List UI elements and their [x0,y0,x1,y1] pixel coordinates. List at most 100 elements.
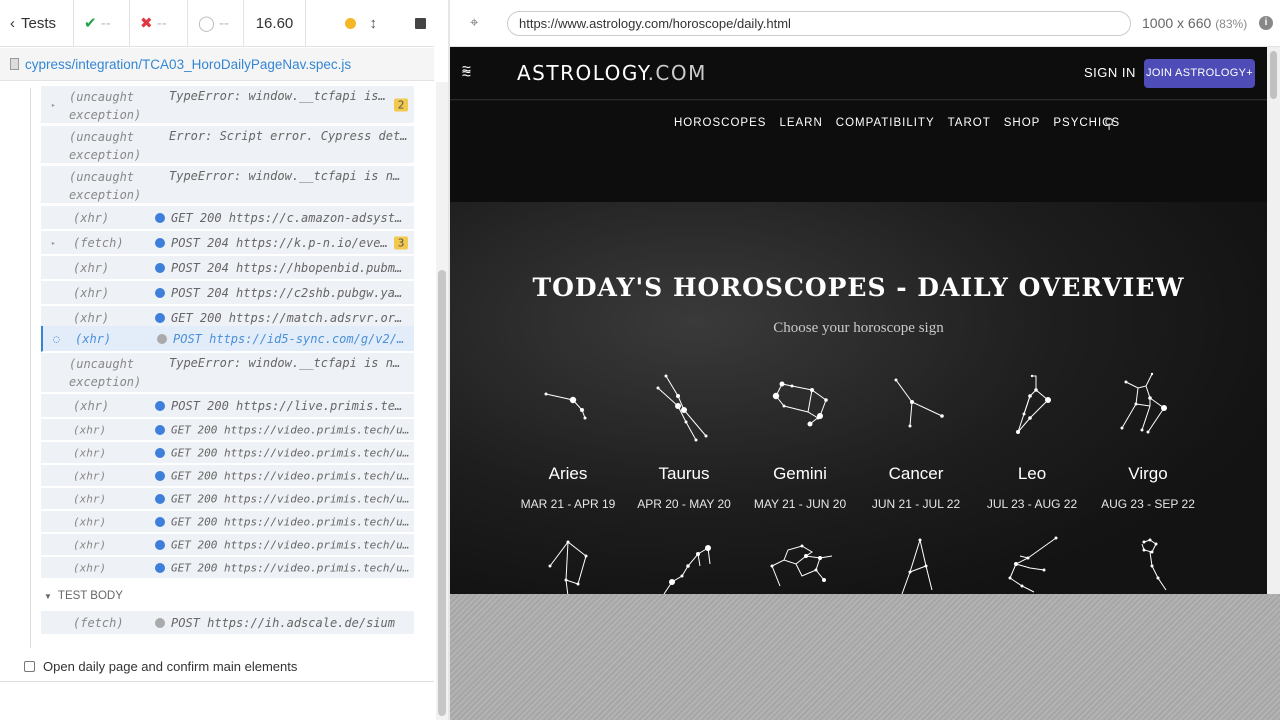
command-row[interactable]: (xhr) GET 200 https://video.primis.tech/u… [41,534,414,556]
command-row[interactable]: (xhr) GET 200 https://video.primis.tech/u… [41,465,414,487]
menu-icon[interactable]: ≈ ≈ [462,62,471,83]
sign-card-aries[interactable]: Aries MAR 21 - APR 19 [510,370,626,511]
command-message: TypeError: window.__tcfapi is n… [169,169,401,183]
aut-background [450,594,1280,720]
run-controls: ↕ [306,0,434,46]
aut-iframe: ≈ ≈ ASTROLOGY.COM SIGN IN JOIN ASTROLOGY+… [450,47,1280,594]
command-row[interactable]: (xhr) GET 200 https://c.amazon-adsyst… [41,206,414,230]
sign-dates: JUN 21 - JUL 22 [871,497,961,511]
pending-count: ◯ -- [188,0,244,46]
sign-card-taurus[interactable]: Taurus APR 20 - MAY 20 [626,370,742,511]
scrollbar-thumb[interactable] [1270,51,1277,99]
command-row[interactable]: (xhr) GET 200 https://video.primis.tech/u… [41,442,414,464]
nav-item-shop[interactable]: SHOP [1004,117,1041,129]
nav-item-compatibility[interactable]: COMPATIBILITY [836,117,935,129]
status-dot-icon [155,562,165,573]
sign-card-cancer[interactable]: Cancer JUN 21 - JUL 22 [858,370,974,511]
tests-label: Tests [21,14,57,32]
caret-right-icon[interactable]: ▸ [51,100,56,109]
nav-item-tarot[interactable]: TAROT [948,117,991,129]
command-message: GET 200 https://video.primis.tech/uplo… [171,469,410,482]
libra-constellation-icon [548,540,588,594]
site-logo[interactable]: ASTROLOGY.COM [517,61,707,85]
caret-down-icon: ▼ [44,592,52,601]
sign-in-link[interactable]: SIGN IN [1084,65,1136,80]
exception-row[interactable]: (uncaught exception) TypeError: window.__… [41,166,414,204]
file-icon [10,58,19,70]
aut-scrollbar[interactable] [1267,47,1280,594]
command-row[interactable]: (xhr) POST 204 https://hbopenbid.pubm… [41,256,414,280]
command-row[interactable]: (xhr) GET 200 https://video.primis.tech/u… [41,488,414,510]
command-name: (xhr) [73,538,107,551]
passed-value: -- [100,14,111,32]
test-body-header[interactable]: ▼ TEST BODY [44,590,123,602]
duration: 16.60 [244,0,306,46]
scrollbar-thumb[interactable] [438,270,446,716]
test-title[interactable]: Open daily page and confirm main element… [24,659,297,674]
nav-item-horoscopes[interactable]: HOROSCOPES [674,117,766,129]
command-row[interactable]: (xhr) GET 200 https://video.primis.tech/u… [41,511,414,533]
command-row[interactable]: (xhr) GET 200 https://video.primis.tech/u… [41,419,414,441]
status-dot-icon [155,400,165,411]
exception-row[interactable]: ▸ (uncaught exception) TypeError: window._… [41,86,414,124]
status-dot-icon [155,447,165,458]
command-row[interactable]: (xhr) POST 200 https://live.primis.te… [41,394,414,418]
command-row[interactable]: (fetch) POST https://ih.adscale.de/sium [41,611,414,635]
scorpio-constellation-icon [663,545,711,594]
sign-dates: JUL 23 - AUG 22 [986,497,1078,511]
capricorn-constellation-icon [901,538,933,594]
command-name: (xhr) [73,446,107,459]
command-message: POST 204 https://k.p-n.io/even… [171,235,388,250]
auto-scroll-icon[interactable]: ↕ [370,15,378,32]
viewport-info: 1000 x 660 (83%) [1142,15,1247,31]
logo-main: ASTROLOGY [517,61,648,85]
url-bar[interactable]: https://www.astrology.com/horoscope/dail… [507,11,1131,36]
logo-suffix: .COM [647,61,707,85]
checkbox-icon [24,661,35,672]
command-message: TypeError: window.__tcfapi is … [169,89,388,103]
sign-card-gemini[interactable]: Gemini MAY 21 - JUN 20 [742,370,858,511]
failed-count: ✖ -- [130,0,188,46]
exception-row[interactable]: (uncaught exception) Error: Script error.… [41,126,414,164]
tests-button[interactable]: ‹ Tests [0,0,74,46]
page-subtitle: Choose your horoscope sign [773,320,944,336]
nav-item-learn[interactable]: LEARN [779,117,822,129]
selector-playground-icon[interactable]: ⌖ [470,14,488,32]
command-name: (xhr) [73,469,107,482]
status-dot-icon [155,470,165,481]
spec-path-link[interactable]: cypress/integration/TCA03_HoroDailyPageN… [25,57,351,72]
sign-name: Aries [548,464,588,483]
hook-guide-line [30,88,31,648]
sign-card-leo[interactable]: Leo JUL 23 - AUG 22 [974,370,1090,511]
sagittarius-constellation-icon [770,544,833,587]
taurus-constellation-icon [656,374,708,442]
sign-card-virgo[interactable]: Virgo AUG 23 - SEP 22 [1090,370,1206,511]
status-dot-icon [155,287,165,298]
test-body-label: TEST BODY [57,590,123,602]
command-row[interactable]: (xhr) GET 200 https://video.primis.tech/u… [41,557,414,579]
status-dot-icon [157,333,167,344]
aquarius-constellation-icon [1008,536,1058,593]
caret-right-icon[interactable]: ▸ [51,238,56,247]
gemini-constellation-icon [772,381,828,427]
command-row[interactable]: ◌ (xhr) POST https://id5-sync.com/g/v2/… [41,326,414,352]
command-message: POST 204 https://c2shb.pubgw.ya… [171,285,403,300]
command-row[interactable]: (xhr) POST 204 https://c2shb.pubgw.ya… [41,281,414,305]
info-icon[interactable]: i [1259,16,1273,30]
command-message: TypeError: window.__tcfapi is n… [169,356,401,370]
sign-name: Taurus [658,464,710,483]
command-name: (xhr) [73,561,107,574]
command-name: (uncaught exception) [69,130,142,162]
command-row[interactable]: ▸ (fetch) POST 204 https://k.p-n.io/even… 3 [41,231,414,255]
sign-name: Gemini [773,464,827,483]
hero-section: TODAY'S HOROSCOPES - DAILY OVERVIEW Choo… [450,202,1267,594]
search-icon[interactable]: ⚲ [1104,115,1114,132]
command-name: (fetch) [73,615,124,630]
join-button[interactable]: JOIN ASTROLOGY+ [1144,59,1255,88]
command-message: GET 200 https://video.primis.tech/uplo… [171,446,410,459]
exception-row[interactable]: (uncaught exception) TypeError: window.__… [41,353,414,393]
reporter-scrollbar[interactable] [436,82,448,720]
pending-value: -- [218,14,229,32]
command-name: (uncaught exception) [69,357,142,389]
stop-icon[interactable] [415,17,426,29]
